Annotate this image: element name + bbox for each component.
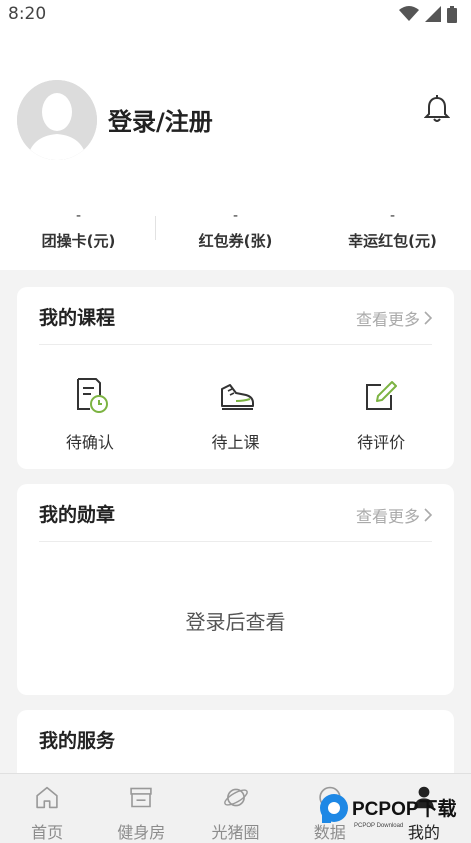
course-item-upcoming-class[interactable]: 待上课 xyxy=(163,375,309,453)
chevron-right-icon xyxy=(424,508,432,522)
stat-group-card[interactable]: - 团操卡(元) xyxy=(0,206,157,256)
avatar[interactable] xyxy=(17,80,97,160)
my-badges-card: 我的勋章 查看更多 登录后查看 xyxy=(17,484,454,695)
tab-label: 健身房 xyxy=(117,823,166,842)
stat-divider xyxy=(155,216,156,240)
divider xyxy=(39,344,432,345)
tab-gym[interactable]: 健身房 xyxy=(94,774,188,843)
stat-value: - xyxy=(389,208,396,224)
default-avatar-icon xyxy=(17,80,97,160)
badges-empty-text: 登录后查看 xyxy=(185,610,286,634)
stat-label: 团操卡(元) xyxy=(41,232,116,250)
profile-header: 登录/注册 - 团操卡(元) - 红包券(张) - 幸运红包(元) xyxy=(0,28,471,270)
edit-review-icon xyxy=(366,381,398,410)
store-icon xyxy=(130,787,153,808)
card-title: 我的课程 xyxy=(39,307,116,329)
watermark-text: PCPOP下载 xyxy=(352,797,457,820)
more-label: 查看更多 xyxy=(355,310,420,329)
signal-icon xyxy=(425,6,441,22)
course-items: 待确认 待上课 待评价 xyxy=(17,375,454,453)
card-title: 我的勋章 xyxy=(39,504,116,526)
badges-more-link[interactable]: 查看更多 xyxy=(356,503,432,527)
stat-coupons[interactable]: - 红包券(张) xyxy=(157,206,314,256)
sneaker-icon xyxy=(220,384,254,410)
status-time: 8:20 xyxy=(8,4,47,24)
course-item-pending-review[interactable]: 待评价 xyxy=(308,375,454,453)
status-bar: 8:20 xyxy=(0,0,471,28)
tab-home[interactable]: 首页 xyxy=(0,774,94,843)
course-label: 待确认 xyxy=(65,433,114,452)
planet-icon xyxy=(223,788,248,807)
home-icon xyxy=(36,786,58,809)
stat-value: - xyxy=(232,208,239,224)
my-courses-card: 我的课程 查看更多 待确认 待上课 待评价 xyxy=(17,287,454,469)
stat-label: 幸运红包(元) xyxy=(348,232,437,250)
course-label: 待评价 xyxy=(357,433,406,452)
wallet-stats: - 团操卡(元) - 红包券(张) - 幸运红包(元) xyxy=(0,206,471,256)
stat-value: - xyxy=(75,208,82,224)
card-title: 我的服务 xyxy=(39,730,116,752)
status-icons xyxy=(399,5,457,23)
course-item-pending-confirm[interactable]: 待确认 xyxy=(17,375,163,453)
pending-confirm-icon xyxy=(76,378,108,413)
tab-label: 首页 xyxy=(31,823,64,842)
stat-label: 红包券(张) xyxy=(198,232,273,250)
chevron-right-icon xyxy=(424,311,432,325)
login-register-link[interactable]: 登录/注册 xyxy=(108,102,213,137)
battery-icon xyxy=(447,5,457,23)
watermark-subtext: PCPOP Download xyxy=(354,823,403,829)
bell-icon[interactable] xyxy=(424,95,450,123)
stat-lucky-packet[interactable]: - 幸运红包(元) xyxy=(314,206,471,256)
course-label: 待上课 xyxy=(211,433,260,452)
tab-community[interactable]: 光猪圈 xyxy=(188,774,282,843)
more-label: 查看更多 xyxy=(355,507,420,526)
courses-more-link[interactable]: 查看更多 xyxy=(356,306,432,330)
wifi-icon xyxy=(399,6,419,21)
watermark-logo: PCPOP下载 PCPOP Download xyxy=(320,794,457,829)
divider xyxy=(39,541,432,542)
tab-label: 光猪圈 xyxy=(211,823,260,842)
